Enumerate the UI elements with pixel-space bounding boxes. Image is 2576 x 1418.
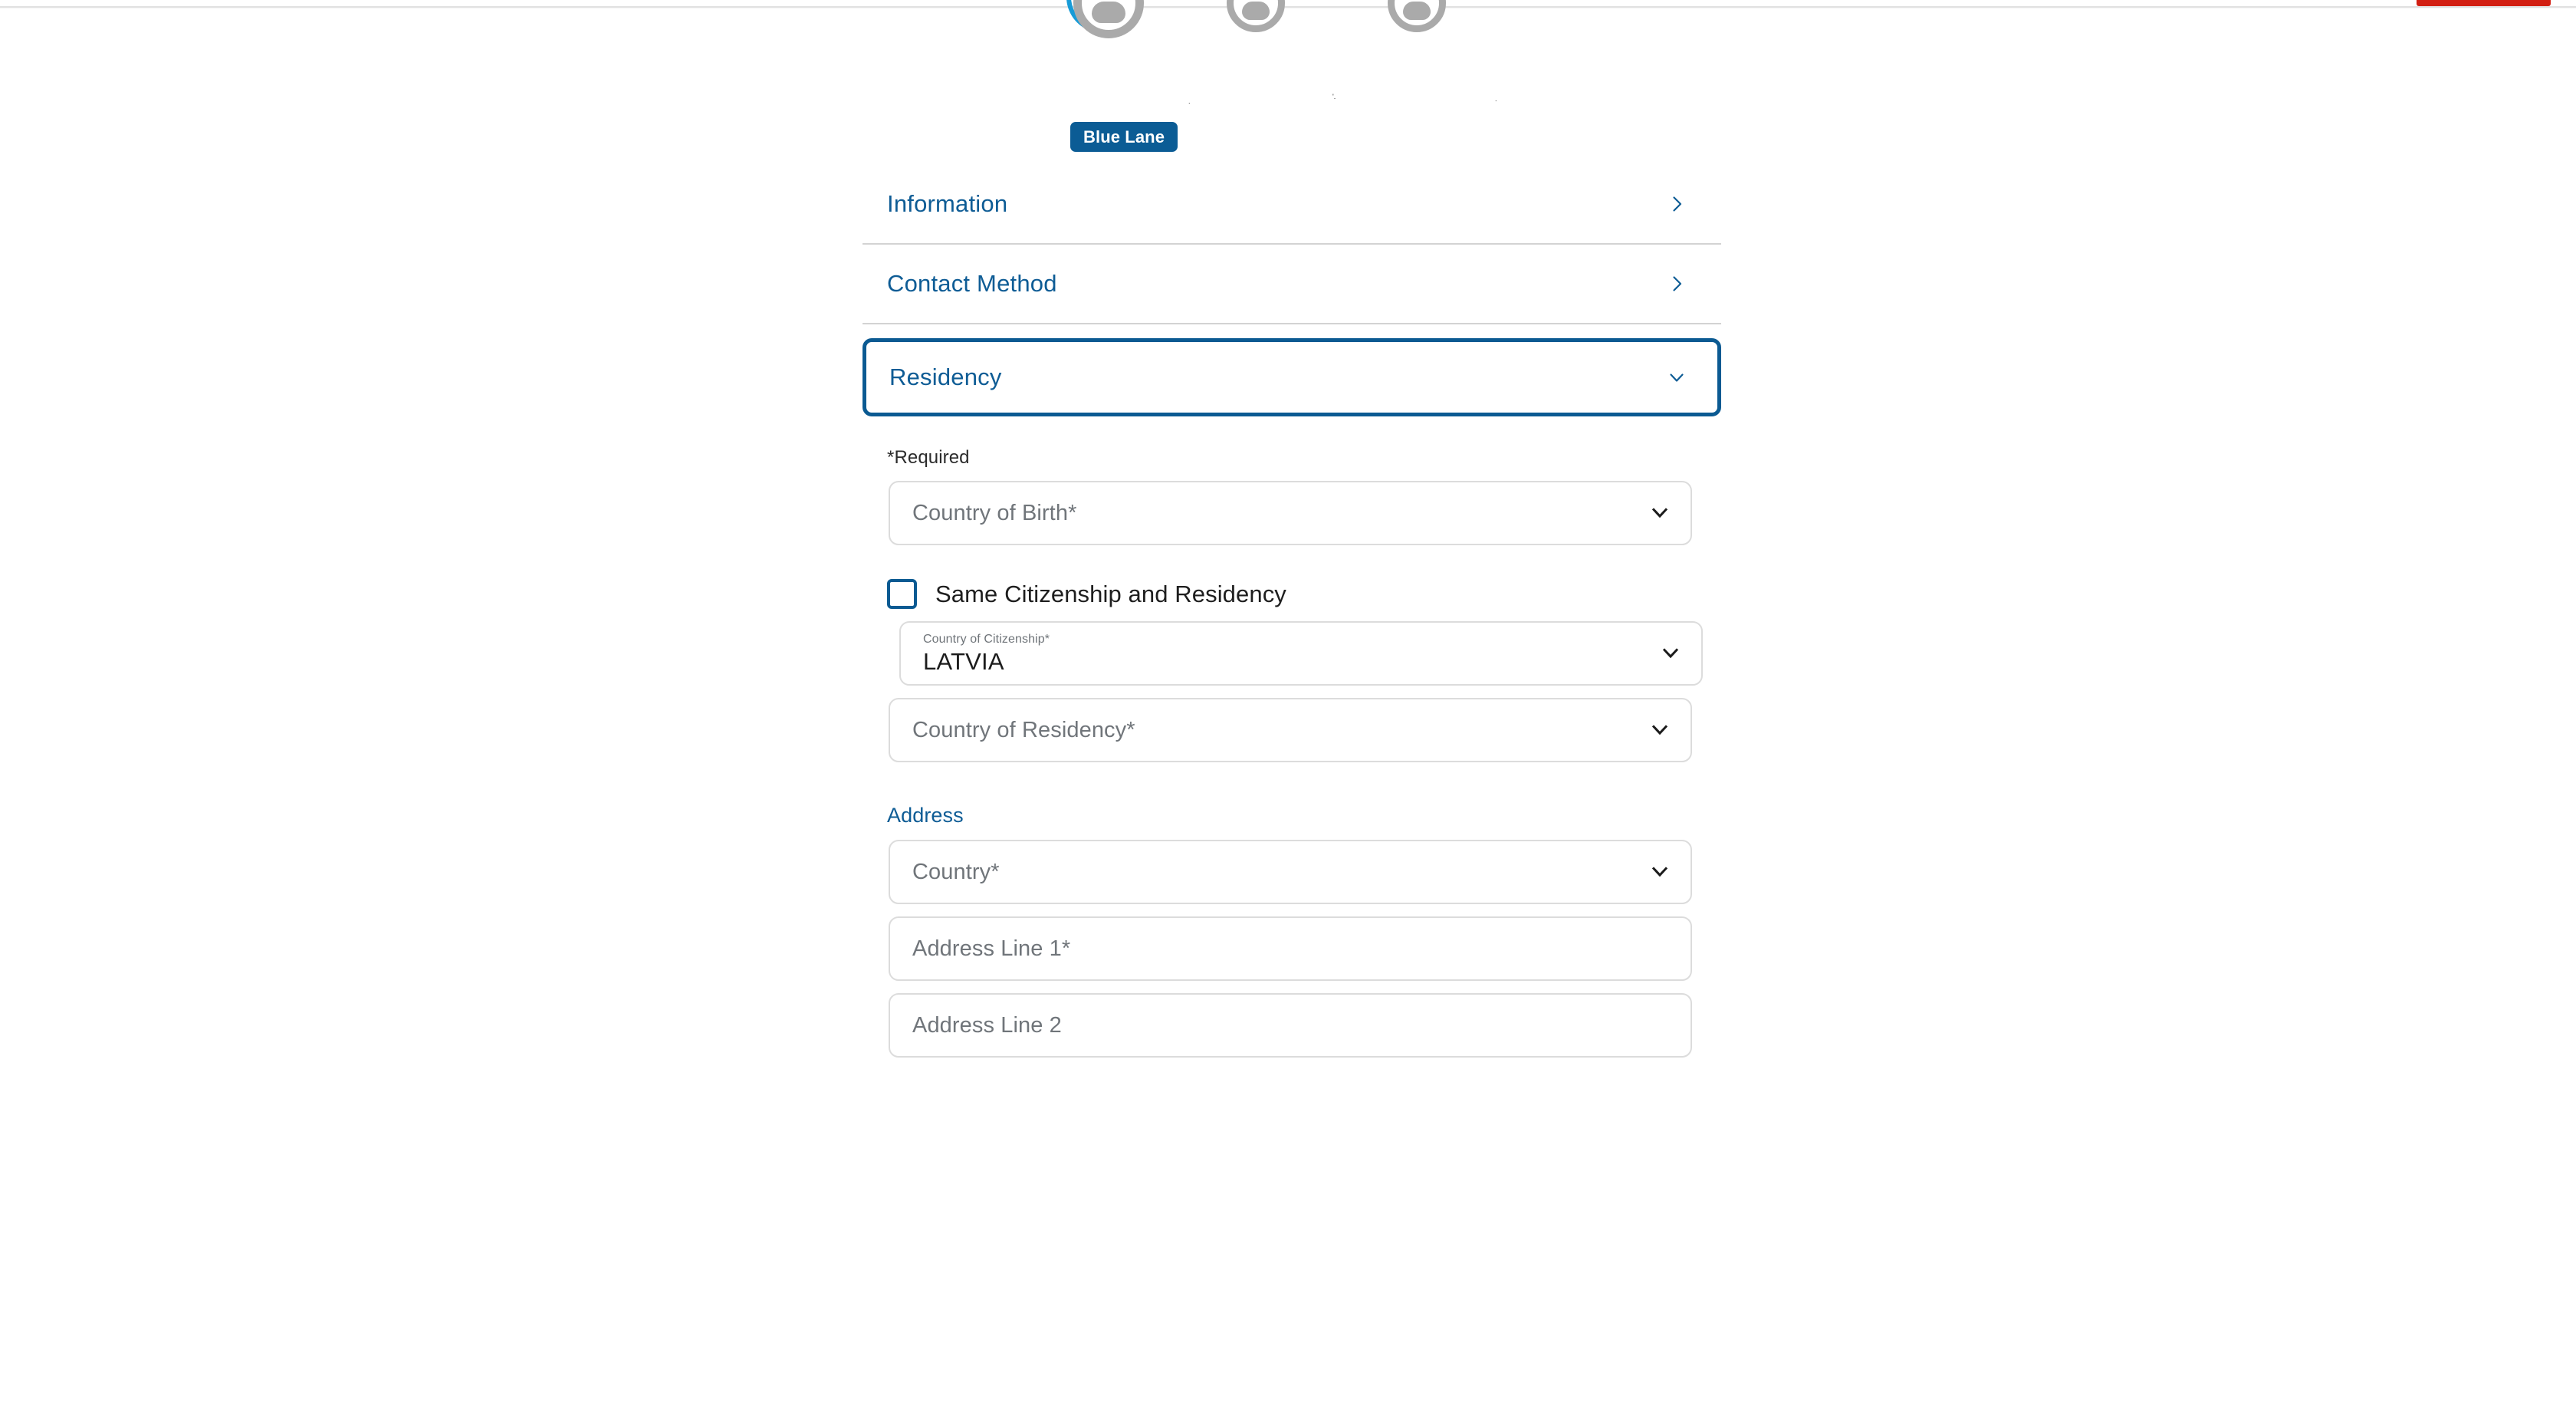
required-note: *Required xyxy=(887,447,970,468)
avatar-body-shape xyxy=(1403,2,1431,20)
avatar-caption-2: '. xyxy=(1332,94,1336,100)
address-country-placeholder: Country* xyxy=(912,859,1000,884)
address-line-1-placeholder: Address Line 1* xyxy=(912,936,1071,961)
accordion-item-residency-label: Residency xyxy=(889,364,1002,390)
chevron-down-icon xyxy=(1651,508,1668,518)
avatar-body-shape xyxy=(1092,2,1125,23)
chevron-right-icon xyxy=(1673,276,1682,291)
avatar-2[interactable] xyxy=(1227,0,1285,32)
page-root: . '. . Blue Lane Information Contact Met… xyxy=(0,0,2576,1418)
address-line-1-input[interactable]: Address Line 1* xyxy=(889,916,1692,981)
avatar-1[interactable] xyxy=(1066,0,1144,38)
avatar-caption-1: . xyxy=(1188,98,1191,105)
accordion-form-column: Information Contact Method Residency *Re… xyxy=(863,165,1721,1058)
accordion-item-contact-method-label: Contact Method xyxy=(887,270,1057,297)
address-section-title: Address xyxy=(887,804,964,827)
chevron-down-icon xyxy=(1651,725,1668,735)
country-of-citizenship-label: Country of Citizenship* xyxy=(923,633,1050,646)
chevron-down-icon xyxy=(1670,373,1684,382)
chevron-down-icon xyxy=(1662,648,1679,659)
blue-lane-badge: Blue Lane xyxy=(1070,122,1178,152)
residency-panel: *Required Country of Birth* Same Citizen… xyxy=(863,416,1721,1058)
accordion-item-information[interactable]: Information xyxy=(863,165,1721,243)
chevron-down-icon xyxy=(1651,867,1668,877)
avatar-3[interactable] xyxy=(1388,0,1446,32)
same-citizenship-label[interactable]: Same Citizenship and Residency xyxy=(935,581,1286,608)
country-of-birth-placeholder: Country of Birth* xyxy=(912,500,1077,525)
country-of-birth-select[interactable]: Country of Birth* xyxy=(889,481,1692,545)
avatar-strip xyxy=(1066,0,1503,60)
same-citizenship-checkbox[interactable] xyxy=(887,579,917,609)
address-line-2-placeholder: Address Line 2 xyxy=(912,1012,1062,1038)
country-of-residency-placeholder: Country of Residency* xyxy=(912,717,1135,742)
alert-indicator-bar xyxy=(2417,0,2551,6)
country-of-citizenship-value: LATVIA xyxy=(923,648,1004,675)
address-country-select[interactable]: Country* xyxy=(889,840,1692,904)
accordion-item-information-label: Information xyxy=(887,190,1008,217)
avatar-body-shape xyxy=(1242,2,1270,20)
chevron-right-icon xyxy=(1673,196,1682,212)
accordion-item-residency[interactable]: Residency xyxy=(863,338,1721,416)
same-citizenship-row: Same Citizenship and Residency xyxy=(887,579,1721,609)
avatar-caption-3: . xyxy=(1495,96,1497,103)
accordion-item-contact-method[interactable]: Contact Method xyxy=(863,245,1721,323)
address-line-2-input[interactable]: Address Line 2 xyxy=(889,993,1692,1058)
country-of-citizenship-select[interactable]: Country of Citizenship* LATVIA xyxy=(899,621,1703,686)
country-of-citizenship-content: Country of Citizenship* LATVIA xyxy=(923,633,1050,674)
country-of-residency-select[interactable]: Country of Residency* xyxy=(889,698,1692,762)
